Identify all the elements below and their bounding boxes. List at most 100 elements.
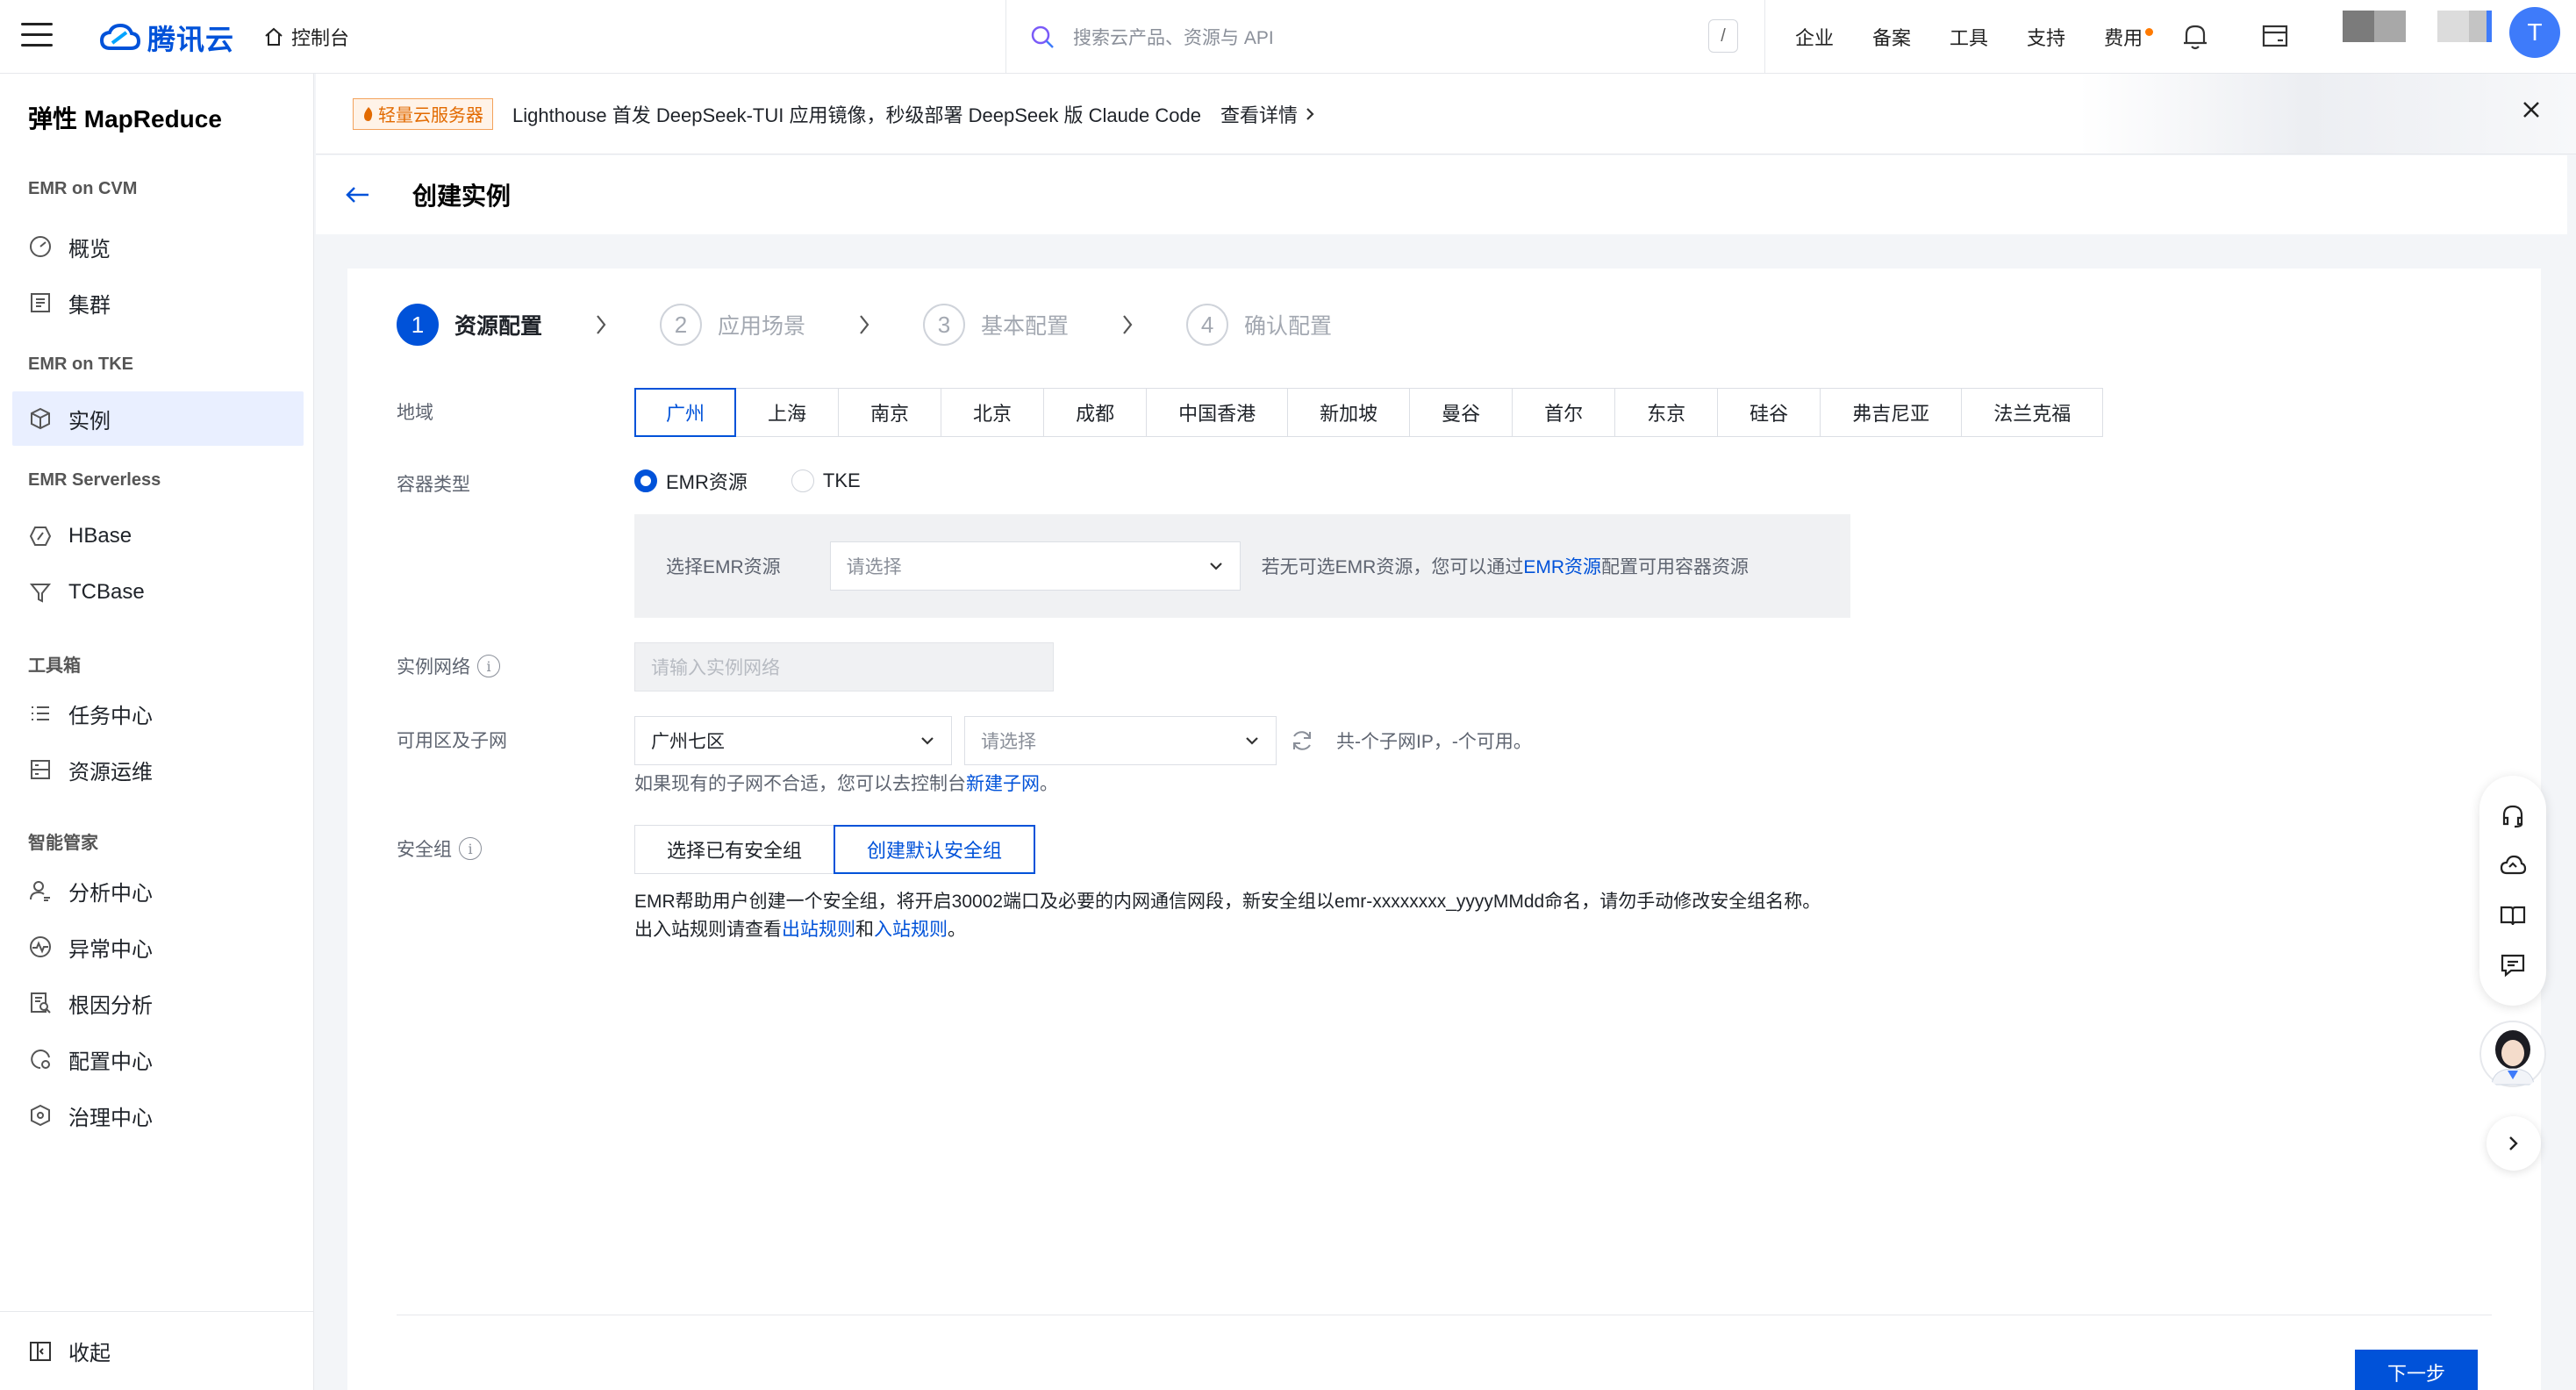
nav-icp[interactable]: 备案 (1872, 23, 1911, 51)
cart-icon[interactable] (2260, 21, 2290, 51)
create-default-sg-button[interactable]: 创建默认安全组 (834, 825, 1036, 874)
headset-icon[interactable] (2499, 802, 2527, 830)
step-app-scenario[interactable]: 2 应用场景 (660, 304, 805, 346)
feedback-icon[interactable] (2499, 951, 2527, 979)
az-subnet-row: 广州七区 请选择 共-个子网IP，-个可用。 (634, 716, 1532, 765)
subnet-select[interactable]: 请选择 (964, 716, 1277, 765)
create-subnet-link[interactable]: 新建子网 (966, 774, 1040, 794)
sidebar-item-task-center[interactable]: 任务中心 (12, 686, 304, 741)
global-search[interactable]: 搜索云产品、资源与 API / (1005, 0, 1765, 74)
sidebar-item-tcbase[interactable]: TCBase (12, 565, 304, 620)
select-existing-sg-button[interactable]: 选择已有安全组 (634, 825, 835, 874)
region-option-chengdu[interactable]: 成都 (1043, 388, 1148, 437)
sidebar-item-label: 根因分析 (68, 993, 153, 1018)
console-link[interactable]: 控制台 (263, 23, 349, 51)
next-step-button[interactable]: 下一步 (2355, 1350, 2478, 1390)
group-emr-serverless: EMR Serverless (28, 470, 161, 490)
chevron-right-icon (597, 315, 606, 334)
instance-network-input[interactable]: 请输入实例网络 (634, 642, 1054, 691)
promo-text: Lighthouse 首发 DeepSeek-TUI 应用镜像，秒级部署 Dee… (512, 104, 1201, 126)
pulse-icon (30, 936, 51, 957)
user-avatar[interactable]: T (2509, 7, 2560, 58)
nav-tools[interactable]: 工具 (1950, 23, 1988, 51)
region-option-nanjing[interactable]: 南京 (838, 388, 942, 437)
region-option-bangkok[interactable]: 曼谷 (1409, 388, 1513, 437)
group-emr-on-cvm: EMR on CVM (28, 179, 138, 198)
region-option-beijing[interactable]: 北京 (941, 388, 1045, 437)
collapse-sidebar-button[interactable]: 收起 (0, 1311, 314, 1390)
expand-toolbar-button[interactable] (2487, 1116, 2541, 1171)
chevron-right-icon (860, 315, 869, 334)
security-group-description: EMR帮助用户创建一个安全组，将开启30002端口及必要的内网通信网段，新安全组… (634, 888, 1821, 944)
sidebar-item-root-cause[interactable]: 根因分析 (12, 976, 304, 1030)
region-option-shanghai[interactable]: 上海 (735, 388, 840, 437)
sidebar-item-cluster[interactable]: 集群 (12, 276, 304, 330)
close-icon[interactable] (2522, 100, 2541, 119)
radio-emr-resource[interactable]: EMR资源 (634, 467, 748, 495)
step-number: 4 (1186, 304, 1229, 346)
nav-enterprise[interactable]: 企业 (1795, 23, 1834, 51)
tencent-cloud-logo[interactable]: 腾讯云 (100, 18, 234, 58)
region-option-virginia[interactable]: 弗吉尼亚 (1820, 388, 1963, 437)
top-bar: 腾讯云 控制台 搜索云产品、资源与 API / 企业 备案 工具 支持 费用 T (0, 0, 2576, 74)
menu-icon[interactable] (21, 23, 53, 49)
chevron-down-icon (1209, 562, 1222, 570)
floating-toolbar (2479, 776, 2546, 1006)
flame-icon (364, 106, 373, 121)
inbound-rules-link[interactable]: 入站规则 (874, 920, 948, 940)
step-confirm-config[interactable]: 4 确认配置 (1186, 304, 1332, 346)
instance-network-placeholder: 请输入实例网络 (651, 658, 780, 678)
region-option-frankfurt[interactable]: 法兰克福 (1961, 388, 2104, 437)
book-icon[interactable] (2499, 901, 2527, 929)
server-icon (31, 760, 50, 779)
step-resource-config[interactable]: 1 资源配置 (397, 304, 542, 346)
instance-network-label-text: 实例网络 (397, 657, 470, 677)
region-option-hongkong[interactable]: 中国香港 (1146, 388, 1289, 437)
page-scrollbar[interactable] (2567, 154, 2576, 1295)
sidebar-item-label: HBase (68, 524, 132, 548)
emr-resource-link[interactable]: EMR资源 (1523, 557, 1601, 577)
chevron-down-icon (921, 737, 934, 745)
group-toolbox: 工具箱 (28, 656, 81, 676)
region-option-singapore[interactable]: 新加坡 (1287, 388, 1411, 437)
bell-icon[interactable] (2181, 21, 2209, 51)
brand-name: 腾讯云 (147, 24, 235, 55)
info-icon[interactable]: i (459, 837, 482, 860)
region-option-seoul[interactable]: 首尔 (1512, 388, 1616, 437)
ai-assistant-avatar[interactable] (2479, 1018, 2546, 1090)
nav-support[interactable]: 支持 (2027, 23, 2065, 51)
sidebar-item-anomaly-center[interactable]: 异常中心 (12, 920, 304, 974)
region-option-guangzhou[interactable]: 广州 (634, 388, 737, 437)
info-icon[interactable]: i (477, 655, 500, 677)
subnet-help: 如果现有的子网不合适，您可以去控制台新建子网。 (634, 770, 1058, 799)
outbound-rules-link[interactable]: 出站规则 (782, 920, 855, 940)
sg-rules-before: 出入站规则请查看 (634, 920, 782, 940)
cloud-upload-icon[interactable] (2499, 852, 2527, 880)
subnet-help-before: 如果现有的子网不合适，您可以去控制台 (634, 774, 966, 794)
step-basic-config[interactable]: 3 基本配置 (923, 304, 1069, 346)
region-option-tokyo[interactable]: 东京 (1614, 388, 1719, 437)
sidebar-item-instance[interactable]: 实例 (12, 391, 304, 446)
back-arrow-icon[interactable] (344, 184, 370, 205)
sidebar-item-config-center[interactable]: 配置中心 (12, 1032, 304, 1086)
availability-zone-value: 广州七区 (651, 732, 725, 752)
sidebar-item-label: 分析中心 (68, 881, 153, 906)
radio-tke[interactable]: TKE (791, 469, 861, 492)
group-emr-on-tke: EMR on TKE (28, 355, 133, 374)
nav-billing[interactable]: 费用 (2104, 23, 2154, 51)
refresh-icon[interactable] (1289, 727, 1315, 754)
sidebar-item-overview[interactable]: 概览 (12, 219, 304, 274)
promo-details-link[interactable]: 查看详情 (1220, 100, 1315, 128)
availability-zone-select[interactable]: 广州七区 (634, 716, 952, 765)
region-option-silicon-valley[interactable]: 硅谷 (1717, 388, 1821, 437)
sidebar-item-hbase[interactable]: HBase (12, 509, 304, 563)
container-type-label-text: 容器类型 (397, 475, 470, 495)
home-icon (265, 27, 283, 46)
filter-icon (29, 584, 52, 603)
chevron-right-icon (2509, 1136, 2518, 1150)
sidebar-item-resource-ops[interactable]: 资源运维 (12, 742, 304, 797)
account-blocks[interactable] (2343, 11, 2492, 42)
sidebar-item-governance-center[interactable]: 治理中心 (12, 1088, 304, 1143)
emr-resource-select[interactable]: 请选择 (829, 541, 1241, 591)
sidebar-item-analysis-center[interactable]: 分析中心 (12, 863, 304, 918)
